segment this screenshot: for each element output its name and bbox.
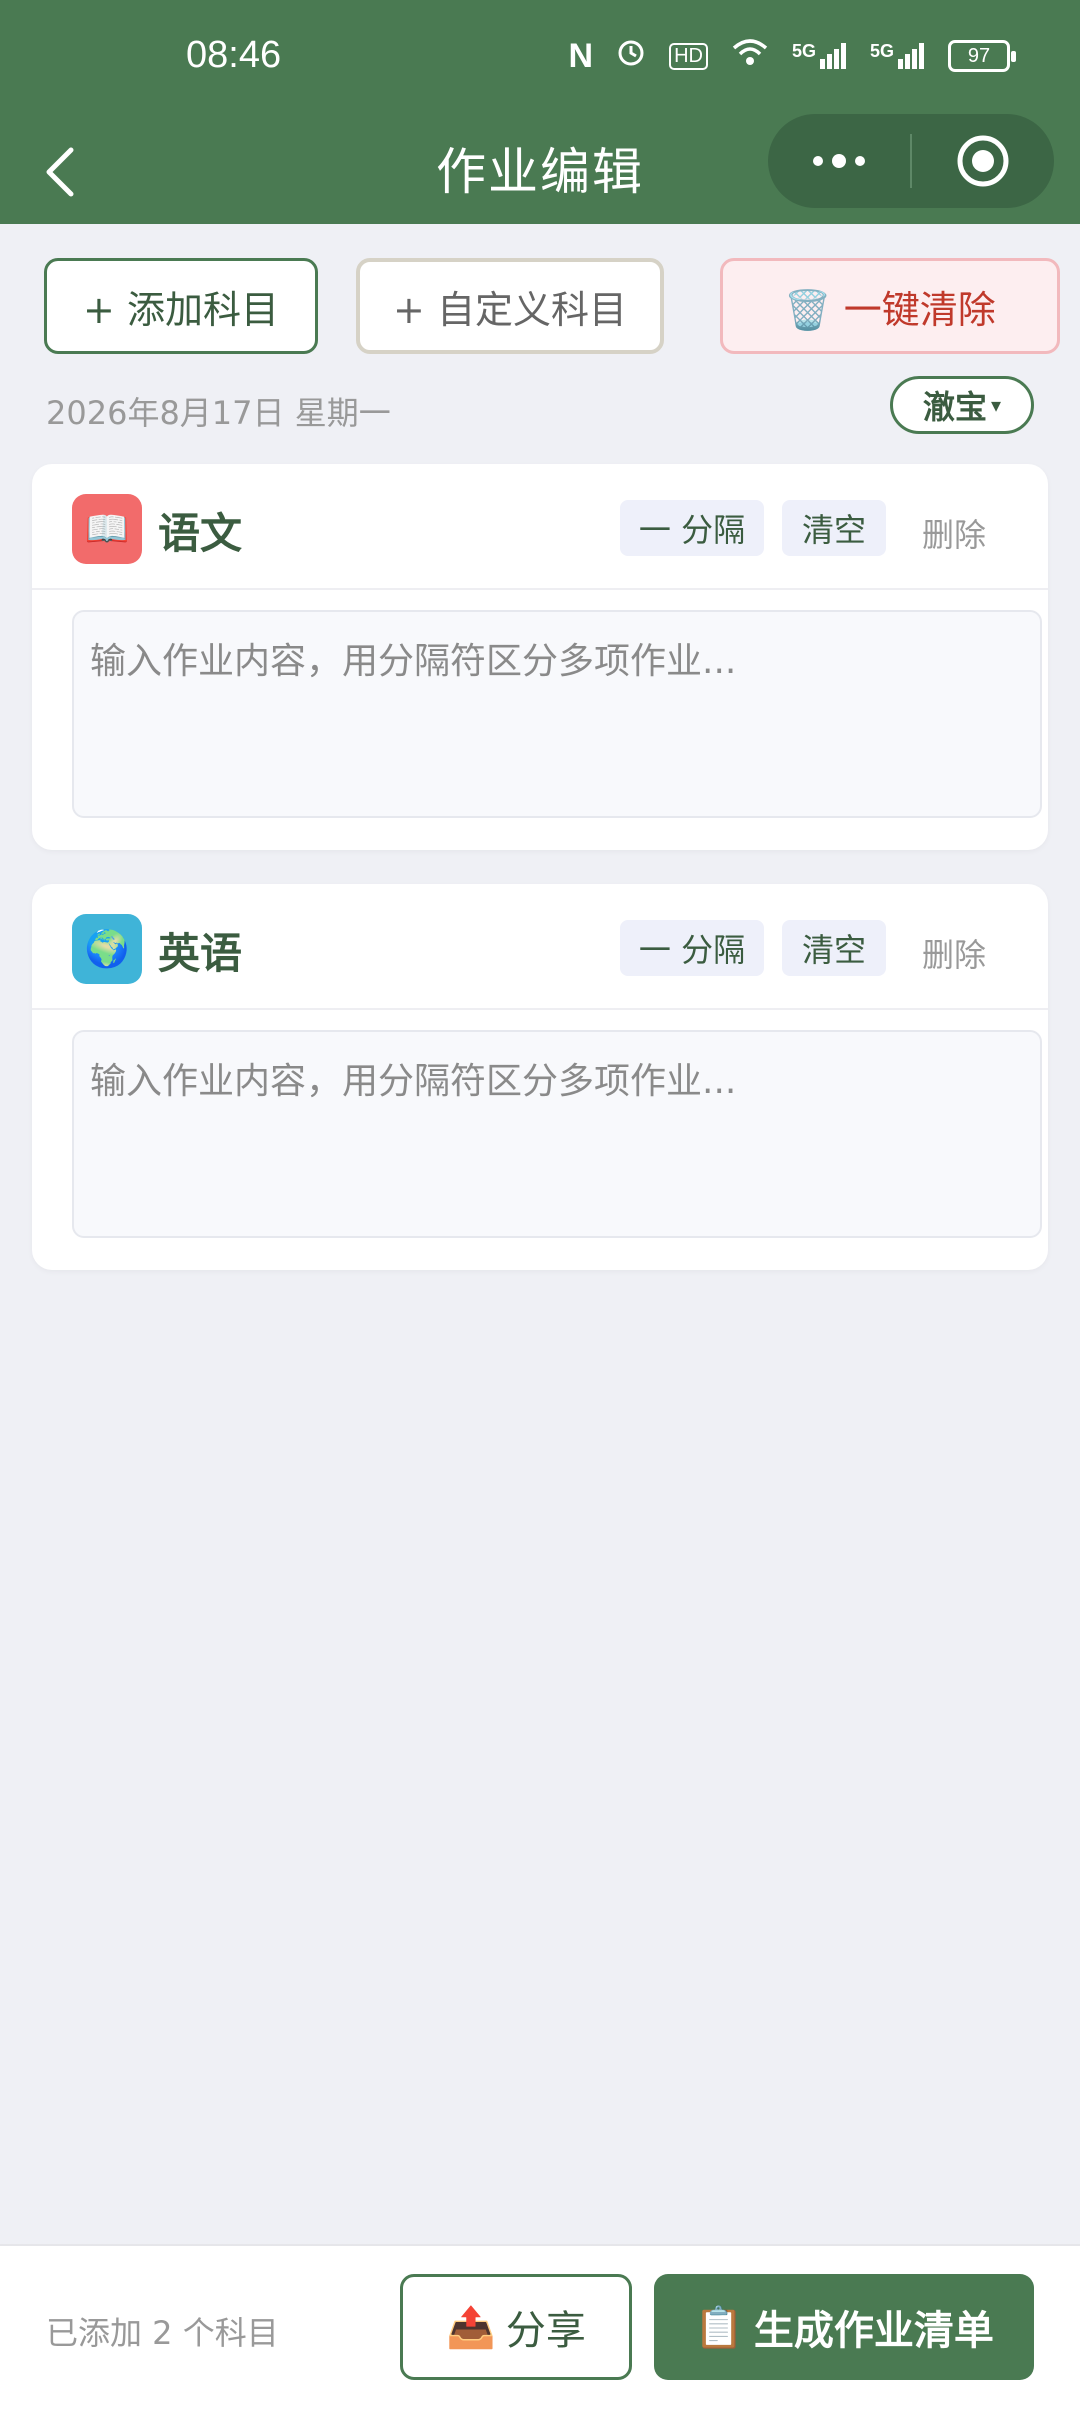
wifi-icon	[730, 36, 770, 76]
share-button[interactable]: 📤 分享	[400, 2274, 632, 2380]
more-dot-icon	[855, 156, 865, 166]
close-miniprogram-button[interactable]	[912, 133, 1054, 189]
homework-input[interactable]	[72, 610, 1042, 818]
date-label: 2026年8月17日 星期一	[46, 394, 391, 432]
hd-icon: HD	[669, 42, 708, 70]
signal-5g-icon: 5G	[870, 41, 926, 71]
subject-card-header: 📖 语文 一 分隔 清空 删除	[32, 464, 1048, 590]
subject-name: 语文	[158, 509, 243, 558]
status-bar: 08:46 N HD 5G 5G 97	[0, 0, 1080, 120]
chevron-left-icon	[46, 147, 74, 197]
outbox-icon: 📤	[446, 2304, 496, 2351]
clipboard-icon: 📋	[694, 2304, 744, 2351]
custom-subject-button[interactable]: + 自定义科目	[356, 258, 664, 354]
homework-input[interactable]	[72, 1030, 1042, 1238]
nfc-icon: N	[568, 36, 594, 75]
separator-button[interactable]: 一 分隔	[620, 500, 764, 556]
status-icons: N HD 5G 5G 97	[568, 36, 1016, 76]
delete-button[interactable]: 删除	[922, 510, 986, 556]
signal-label: 5G	[869, 41, 894, 61]
miniprogram-capsule	[768, 114, 1054, 208]
clear-button[interactable]: 清空	[782, 920, 886, 976]
subject-card-header: 🌍 英语 一 分隔 清空 删除	[32, 884, 1048, 1010]
signal-5g-icon: 5G	[792, 41, 848, 71]
pet-name: 澈宝	[922, 388, 987, 426]
book-icon: 📖	[72, 494, 142, 564]
more-dot-icon	[832, 154, 846, 168]
more-dot-icon	[813, 156, 823, 166]
subject-count: 已添加 2 个科目	[46, 2314, 279, 2352]
subject-card: 🌍 英语 一 分隔 清空 删除	[32, 884, 1048, 1270]
delete-button[interactable]: 删除	[922, 930, 986, 976]
dropdown-caret-icon: ▾	[990, 393, 1002, 417]
bottom-bar: 已添加 2 个科目 📤 分享 📋 生成作业清单	[0, 2244, 1080, 2414]
battery-indicator: 97	[948, 40, 1016, 72]
globe-icon: 🌍	[72, 914, 142, 984]
alarm-icon	[615, 36, 647, 76]
clear-all-button[interactable]: 🗑️ 一键清除	[720, 258, 1060, 354]
toolbar: + 添加科目 + 自定义科目 🗑️ 一键清除	[44, 258, 1060, 358]
pet-selector[interactable]: 澈宝 ▾	[890, 376, 1034, 434]
more-button[interactable]	[768, 154, 910, 168]
add-subject-button[interactable]: + 添加科目	[44, 258, 318, 354]
clear-button[interactable]: 清空	[782, 500, 886, 556]
generate-list-button[interactable]: 📋 生成作业清单	[654, 2274, 1034, 2380]
subject-card: 📖 语文 一 分隔 清空 删除	[32, 464, 1048, 850]
back-button[interactable]	[30, 134, 90, 210]
separator-button[interactable]: 一 分隔	[620, 920, 764, 976]
subject-name: 英语	[158, 929, 243, 978]
share-label: 分享	[505, 2308, 586, 2354]
status-time: 08:46	[186, 34, 282, 76]
signal-label: 5G	[791, 41, 816, 61]
target-icon	[957, 135, 1009, 187]
generate-label: 生成作业清单	[753, 2308, 994, 2354]
